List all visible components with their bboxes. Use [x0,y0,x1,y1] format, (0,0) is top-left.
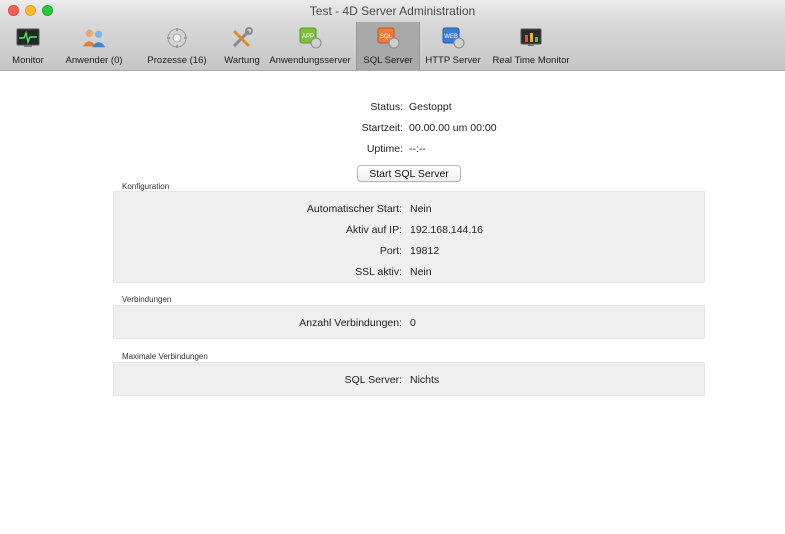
start-sql-server-button[interactable]: Start SQL Server [357,165,461,182]
status-label: Status: [370,101,403,113]
toolbar-item-maintenance[interactable]: Wartung [220,22,264,70]
uptime-label: Uptime: [366,143,403,155]
konfiguration-title: Konfiguration [122,182,170,191]
konfiguration-panel: Automatischer Start: Nein Aktiv auf IP: … [113,191,705,283]
port-label: Port: [379,245,402,257]
auto-start-value: Nein [410,203,432,215]
toolbar-item-real-time-monitor[interactable]: Real Time Monitor [486,22,576,70]
max-sql-row: SQL Server: Nichts [114,372,704,393]
toolbar-item-processes[interactable]: Prozesse (16) [134,22,220,70]
toolbar-item-http-server[interactable]: WEB HTTP Server [420,22,486,70]
verbindungen-title: Verbindungen [122,295,172,304]
toolbar-item-users[interactable]: Anwender (0) [54,22,134,70]
maximale-verbindungen-panel: SQL Server: Nichts [113,362,705,396]
window-title: Test - 4D Server Administration [309,4,476,18]
uptime-value: --:-- [409,143,426,155]
port-value: 19812 [410,245,440,257]
uptime-row: Uptime: --:-- [0,141,785,162]
status-row: Status: Gestoppt [0,99,785,120]
auto-start-label: Automatischer Start: [306,203,402,215]
status-section: Status: Gestoppt Startzeit: 00.00.00 um … [0,99,785,162]
ip-row: Aktiv auf IP: 192.168.144.16 [114,222,704,243]
title-bar: Test - 4D Server Administration [0,0,785,22]
connections-row: Anzahl Verbindungen: 0 [114,315,704,336]
sql-server-page: Status: Gestoppt Startzeit: 00.00.00 um … [0,71,785,534]
start-time-value: 00.00.00 um 00:00 [409,122,497,134]
toolbar-item-sql-server[interactable]: SQL SQL Server [356,22,420,70]
ssl-label: SSL aktiv: [355,266,402,278]
toolbar-item-app-server[interactable]: APP Anwendungsserver [264,22,356,70]
monitor-icon [15,26,41,50]
start-time-row: Startzeit: 00.00.00 um 00:00 [0,120,785,141]
processes-icon [164,26,190,50]
connections-value: 0 [410,317,416,329]
port-row: Port: 19812 [114,243,704,264]
status-value: Gestoppt [409,101,452,113]
sql-server-icon: SQL [375,26,401,50]
toolbar-item-monitor[interactable]: Monitor [2,22,54,70]
max-sql-value: Nichts [410,374,440,386]
app-window: Test - 4D Server Administration Monitor … [0,0,785,534]
http-server-icon: WEB [440,26,466,50]
real-time-monitor-icon [518,26,544,50]
start-time-label: Startzeit: [361,122,403,134]
toolbar: Monitor Anwender (0) Prozesse (16) Wartu… [0,22,785,71]
app-server-icon: APP [297,26,323,50]
max-sql-label: SQL Server: [344,374,402,386]
users-icon [81,26,107,50]
maximale-verbindungen-title: Maximale Verbindungen [122,352,208,361]
maintenance-icon [229,26,255,50]
ssl-value: Nein [410,266,432,278]
ssl-row: SSL aktiv: Nein [114,264,704,285]
auto-start-row: Automatischer Start: Nein [114,201,704,222]
ip-value: 192.168.144.16 [410,224,483,236]
connections-label: Anzahl Verbindungen: [299,317,402,329]
verbindungen-panel: Anzahl Verbindungen: 0 [113,305,705,339]
ip-label: Aktiv auf IP: [345,224,402,236]
